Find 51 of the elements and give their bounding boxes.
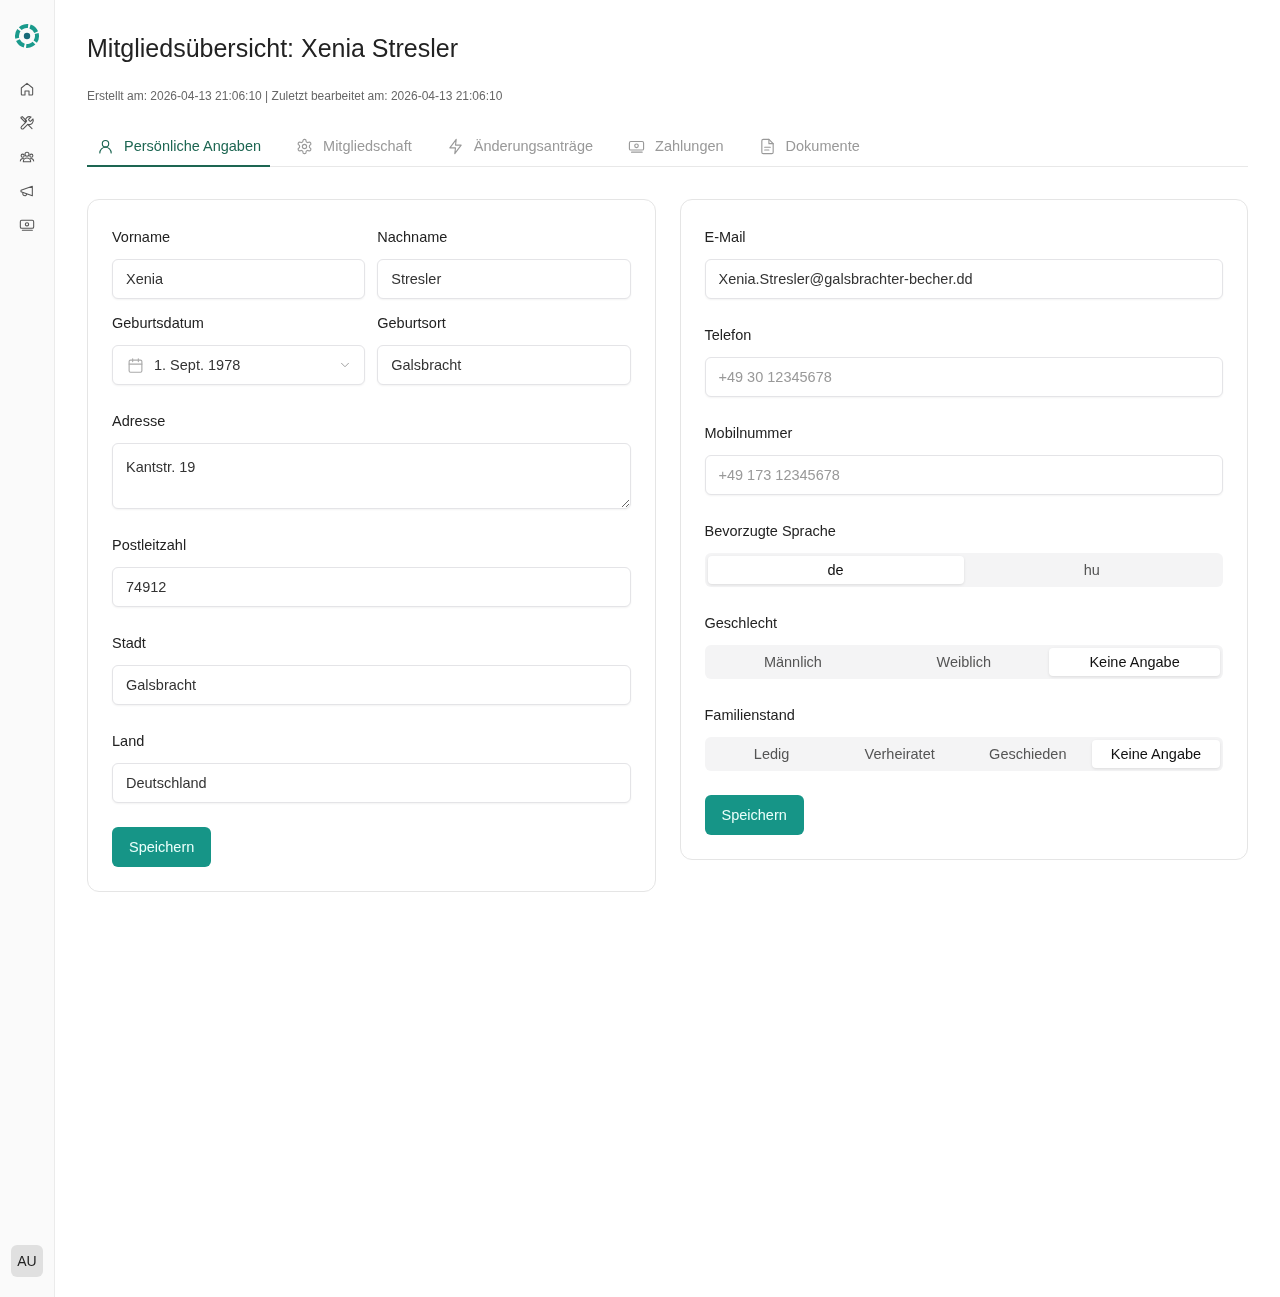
banknote-icon[interactable] xyxy=(19,217,35,233)
text-input[interactable]: Galsbracht xyxy=(377,345,631,385)
field-label: Geschlecht xyxy=(704,614,778,633)
home-icon[interactable] xyxy=(19,81,35,97)
textarea-field[interactable]: Kantstr. 19 xyxy=(112,443,631,509)
field-label: Geburtsdatum xyxy=(112,314,204,333)
megaphone-icon[interactable] xyxy=(19,183,35,199)
user-avatar[interactable]: AU xyxy=(11,1245,43,1277)
field-label: E-Mail xyxy=(704,228,746,247)
text-input[interactable]: Stresler xyxy=(377,259,631,299)
text-input[interactable]: Xenia.Stresler@galsbrachter-becher.dd xyxy=(704,259,1223,299)
text-input[interactable]: 74912 xyxy=(112,567,631,607)
document-icon xyxy=(758,137,776,155)
field-label: Bevorzugte Sprache xyxy=(704,522,836,541)
field-label: Adresse xyxy=(112,412,166,431)
calendar-icon xyxy=(127,356,144,374)
segment-option[interactable]: Ledig xyxy=(707,740,836,768)
segment-option[interactable]: Keine Angabe xyxy=(1049,648,1220,676)
settings-icon xyxy=(296,137,314,155)
text-input[interactable]: Xenia xyxy=(112,259,366,299)
field-label: Geburtsort xyxy=(377,314,446,333)
tab[interactable]: Persönliche Angaben xyxy=(87,124,271,167)
text-input[interactable]: +49 173 12345678 xyxy=(704,455,1223,495)
users-icon[interactable] xyxy=(19,149,35,165)
segment-option[interactable]: Geschieden xyxy=(963,740,1092,768)
tools-icon[interactable] xyxy=(19,115,35,131)
segment-option[interactable]: Verheiratet xyxy=(835,740,964,768)
save-button[interactable]: Speichern xyxy=(112,827,212,867)
field-label: Land xyxy=(112,732,145,751)
field-label: Vorname xyxy=(112,228,171,247)
segment-option[interactable]: Weiblich xyxy=(878,648,1050,676)
page-title: Mitgliedsübersicht: Xenia Stresler xyxy=(87,33,459,64)
user-icon xyxy=(97,137,114,155)
date-picker[interactable]: 1. Sept. 1978 xyxy=(112,345,366,385)
logo-icon[interactable] xyxy=(14,23,40,49)
save-button[interactable]: Speichern xyxy=(704,795,804,835)
field-label: Mobilnummer xyxy=(704,424,793,443)
field-label: Nachname xyxy=(377,228,448,247)
field-label: Familienstand xyxy=(704,706,795,725)
timestamp-text: Erstellt am: 2026-04-13 21:06:10 | Zuletzt bearbeitet am: 2026-04-13 21:06:10 xyxy=(87,88,504,104)
field-label: Stadt xyxy=(112,634,146,653)
lightning-icon xyxy=(446,137,464,155)
segment-option[interactable]: Keine Angabe xyxy=(1091,740,1220,768)
segment-option[interactable]: de xyxy=(707,556,964,584)
field-label: Telefon xyxy=(704,326,752,345)
segment-option[interactable]: Männlich xyxy=(707,648,879,676)
field-label: Postleitzahl xyxy=(112,536,187,555)
segment-option[interactable]: hu xyxy=(963,556,1220,584)
text-input[interactable]: Galsbracht xyxy=(112,665,631,705)
text-input[interactable]: Deutschland xyxy=(112,763,631,803)
text-input[interactable]: +49 30 12345678 xyxy=(704,357,1223,397)
